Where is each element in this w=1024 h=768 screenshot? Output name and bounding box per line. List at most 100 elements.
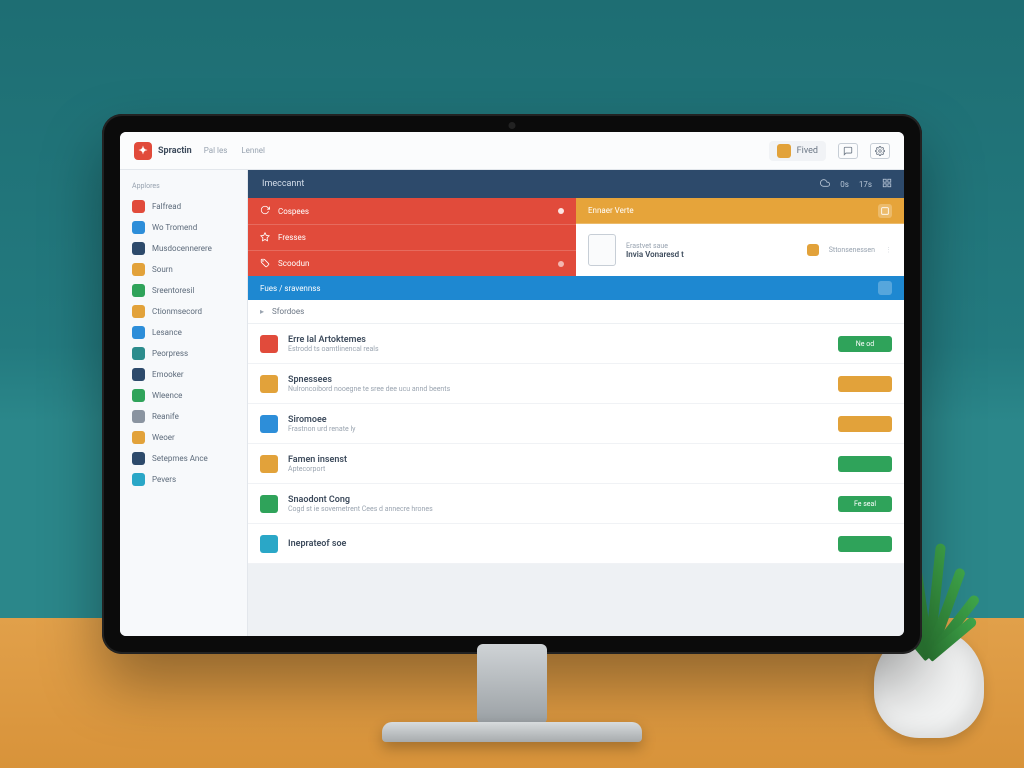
sidebar-item-label: Sourn	[152, 265, 173, 274]
list-item-icon	[260, 535, 278, 553]
summary-left-label: Cospees	[278, 207, 309, 216]
star-icon	[260, 232, 270, 244]
list-item-title: Erre Ial Artoktemes	[288, 335, 828, 345]
sidebar-item-label: Reanife	[152, 412, 179, 421]
sidebar-item-icon	[132, 452, 145, 465]
sidebar-item-icon	[132, 284, 145, 297]
sidebar-item-icon	[132, 389, 145, 402]
sidebar-item-icon	[132, 242, 145, 255]
sidebar-item-label: Falfread	[152, 202, 181, 211]
summary-card-alerts[interactable]: Cospees Fresses Scoodun	[248, 198, 576, 276]
summary-right-body: Erastvet saue Invia Vonaresd t Sttonsene…	[576, 224, 904, 276]
sidebar-item[interactable]: Sourn	[120, 259, 247, 280]
list-item-icon	[260, 335, 278, 353]
list-item-icon	[260, 455, 278, 473]
ribbon-meta: 0s	[840, 180, 849, 189]
list-item[interactable]: Erre Ial Artoktemes Estrodd ts oamtlinen…	[248, 324, 904, 364]
sidebar-item-icon	[132, 347, 145, 360]
sidebar-item-label: Pevers	[152, 475, 176, 484]
sidebar: Applores Falfread Wo Tromend Musdocennerer…	[120, 170, 248, 636]
summary-right-header: Ennaer Verte	[588, 206, 634, 215]
sidebar-item[interactable]: Wo Tromend	[120, 217, 247, 238]
document-thumb-icon	[588, 234, 616, 266]
ribbon-title: Imeccannt	[262, 179, 304, 189]
summary-right-caption: Erastvet saue	[626, 242, 684, 250]
sidebar-item[interactable]: Wleence	[120, 385, 247, 406]
list-item-icon	[260, 495, 278, 513]
sidebar-item[interactable]: Peorpress	[120, 343, 247, 364]
summary-right-item-title: Invia Vonaresd t	[626, 250, 684, 259]
list-filter-row[interactable]: ▸ Sfordoes	[248, 300, 904, 324]
sidebar-item-label: Peorpress	[152, 349, 188, 358]
refresh-icon	[260, 205, 270, 217]
list-filter-label: Sfordoes	[272, 307, 304, 316]
sidebar-item[interactable]: Musdocennerere	[120, 238, 247, 259]
sidebar-item[interactable]: Pevers	[120, 469, 247, 490]
sidebar-item-label: Lesance	[152, 328, 182, 337]
sidebar-item[interactable]: Falfread	[120, 196, 247, 217]
chrome-tabs: Pal les Lennel	[204, 146, 265, 155]
list-item-icon	[260, 375, 278, 393]
ribbon-meta: 17s	[859, 180, 872, 189]
sidebar-item-label: Weoer	[152, 433, 175, 442]
list-item-status	[838, 376, 892, 392]
list-item-status	[838, 456, 892, 472]
tag-icon	[260, 258, 270, 270]
list-item-subtitle: Estrodd ts oamtlinencal reals	[288, 345, 828, 353]
user-label: Fived	[797, 146, 818, 156]
sidebar-item-icon	[132, 263, 145, 276]
list-item[interactable]: Siromoee Frastnon urd renate ly	[248, 404, 904, 444]
chat-icon[interactable]	[838, 143, 858, 159]
list-item-subtitle: Cogd st ie sovernetrent Cees d annecre h…	[288, 505, 828, 513]
list-header: Fues / sravennss	[248, 276, 904, 300]
sidebar-item[interactable]: Setepmes Ance	[120, 448, 247, 469]
brand: ✦ Spractin	[134, 142, 192, 160]
list-item-title: Ineprateof soe	[288, 539, 828, 549]
cloud-icon[interactable]	[820, 178, 830, 190]
list-item-subtitle: Nulroncoibord nooegne te sree dee ucu an…	[288, 385, 828, 393]
meta-chip-icon	[807, 244, 819, 256]
sidebar-item-icon	[132, 200, 145, 213]
summary-right-meta: Sttonsenessen	[829, 246, 875, 254]
sidebar-item-icon	[132, 305, 145, 318]
sidebar-item-icon	[132, 473, 145, 486]
sidebar-item-icon	[132, 410, 145, 423]
page-ribbon: Imeccannt 0s 17s	[248, 170, 904, 198]
list-item[interactable]: Famen insenst Aptecorport	[248, 444, 904, 484]
sidebar-item[interactable]: Emooker	[120, 364, 247, 385]
sidebar-item[interactable]: Reanife	[120, 406, 247, 427]
summary-left-label: Fresses	[278, 233, 306, 242]
settings-icon[interactable]	[870, 143, 890, 159]
list-item-subtitle: Frastnon urd renate ly	[288, 425, 828, 433]
sidebar-item[interactable]: Weoer	[120, 427, 247, 448]
chrome-tab[interactable]: Pal les	[204, 146, 228, 155]
chrome-tab[interactable]: Lennel	[241, 146, 265, 155]
sidebar-item-icon	[132, 368, 145, 381]
sidebar-item-label: Ctionmsecord	[152, 307, 202, 316]
brand-name: Spractin	[158, 146, 192, 156]
app-screen: ✦ Spractin Pal les Lennel Fived	[120, 132, 904, 636]
list-item[interactable]: Ineprateof soe	[248, 524, 904, 564]
sidebar-item[interactable]: Ctionmsecord	[120, 301, 247, 322]
list-item[interactable]: Spnessees Nulroncoibord nooegne te sree …	[248, 364, 904, 404]
list-item[interactable]: Snaodont Cong Cogd st ie sovernetrent Ce…	[248, 484, 904, 524]
menu-icon[interactable]	[882, 178, 892, 190]
sidebar-item[interactable]: Lesance	[120, 322, 247, 343]
sidebar-item-label: Wleence	[152, 391, 182, 400]
summary-card-featured[interactable]: Ennaer Verte Erastvet saue Invia Vonares…	[576, 198, 904, 276]
sidebar-item-icon	[132, 431, 145, 444]
summary-cards: Cospees Fresses Scoodun Ennaer Verte	[248, 198, 904, 276]
monitor-frame: ✦ Spractin Pal les Lennel Fived	[102, 114, 922, 654]
expand-icon[interactable]	[878, 204, 892, 218]
sidebar-item-icon	[132, 221, 145, 234]
list-header-title: Fues / sravennss	[260, 284, 321, 293]
user-menu[interactable]: Fived	[769, 141, 826, 161]
sidebar-item-label: Sreentoresil	[152, 286, 194, 295]
sidebar-section-label: Applores	[120, 178, 247, 196]
sidebar-item-label: Setepmes Ance	[152, 454, 208, 463]
list-header-action-icon[interactable]	[878, 281, 892, 295]
sidebar-item[interactable]: Sreentoresil	[120, 280, 247, 301]
list-item-status	[838, 416, 892, 432]
list-item-title: Snaodont Cong	[288, 495, 828, 505]
sidebar-item-label: Wo Tromend	[152, 223, 197, 232]
